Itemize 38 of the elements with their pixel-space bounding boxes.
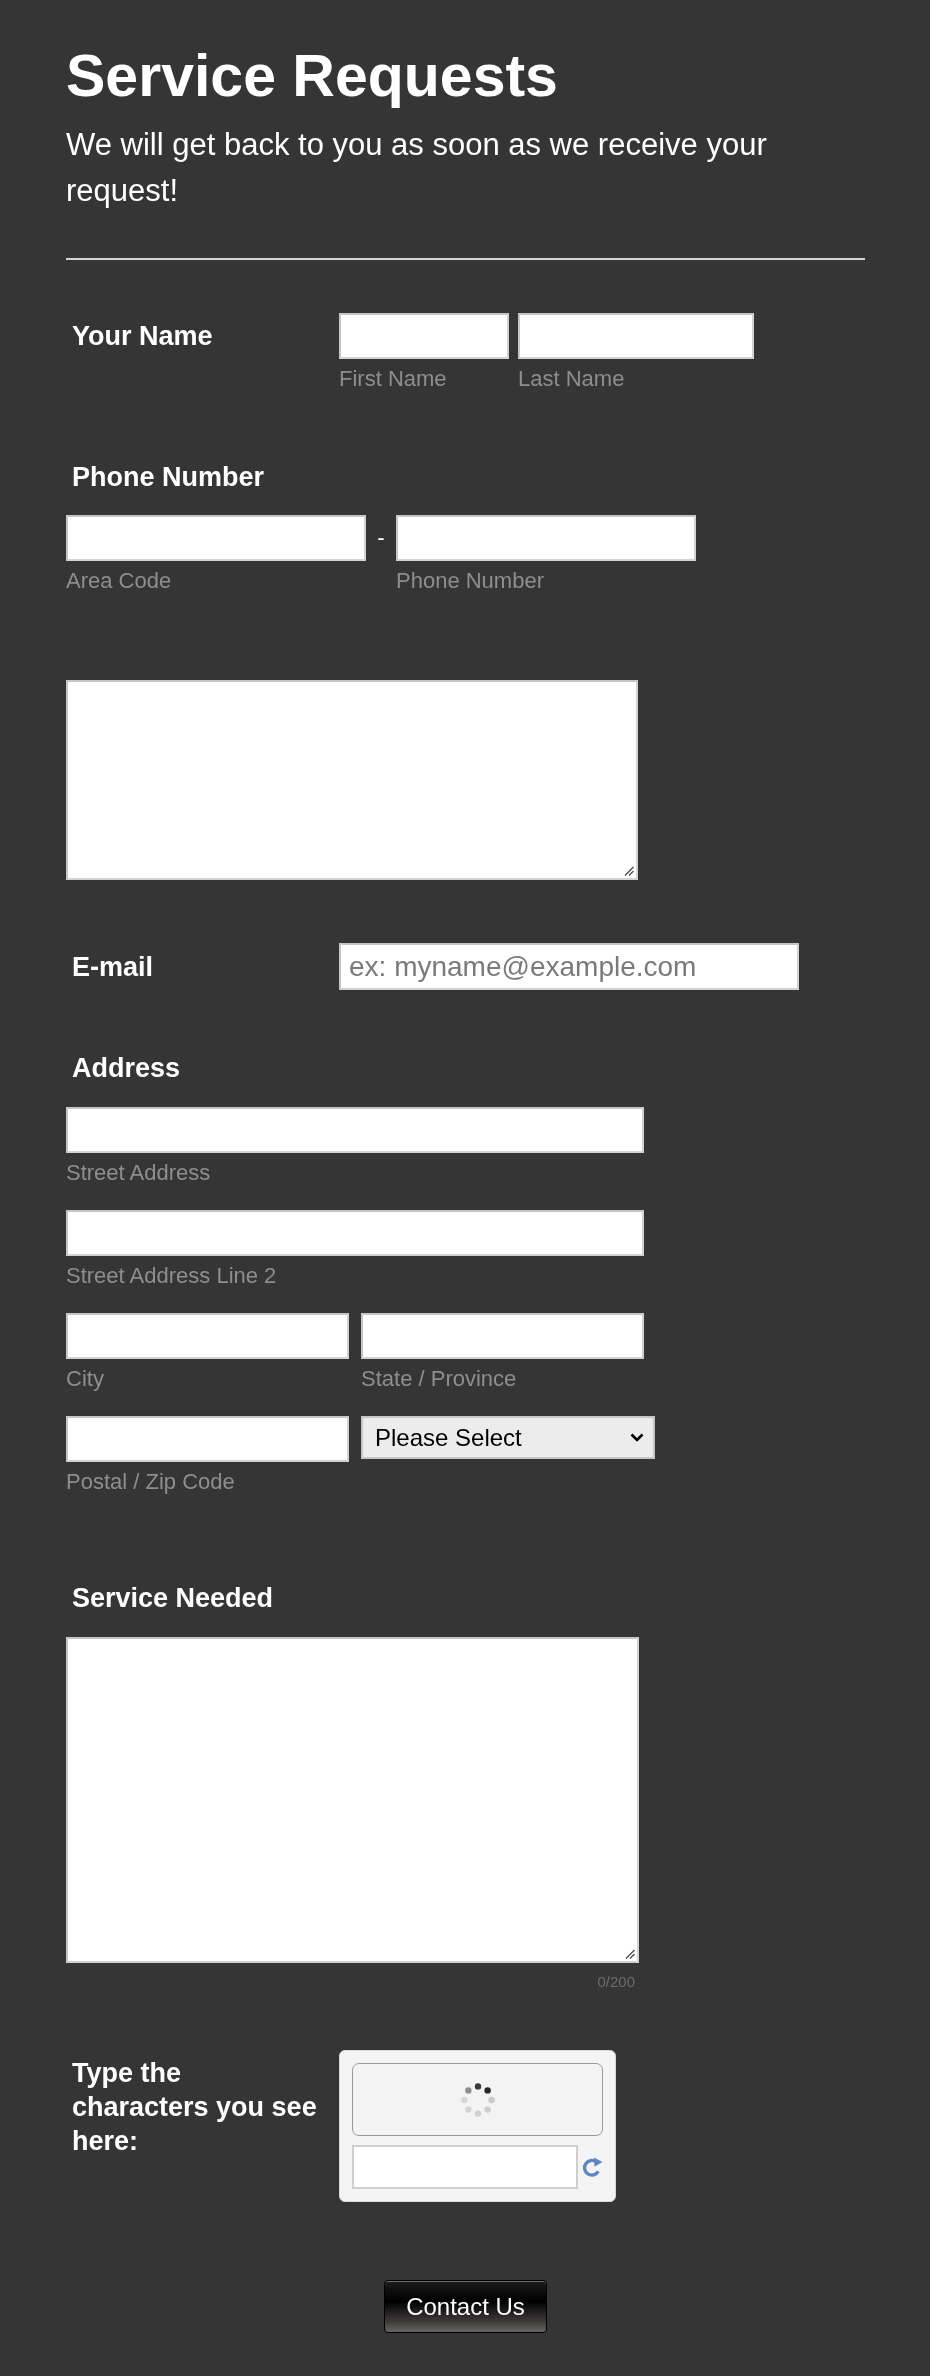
field-label: Phone Number xyxy=(71,461,265,494)
input-field[interactable] xyxy=(66,515,366,561)
field-label: E-mail xyxy=(71,950,154,984)
dropdown[interactable]: Please Select xyxy=(361,1416,655,1459)
input-field[interactable] xyxy=(396,515,696,561)
field-sublabel: Postal / Zip Code xyxy=(66,1469,235,1495)
field-sublabel: First Name xyxy=(339,366,447,392)
field-sublabel: State / Province xyxy=(361,1366,517,1392)
submit-button[interactable]: Contact Us xyxy=(384,2280,547,2333)
input-field[interactable] xyxy=(339,313,509,359)
input-field[interactable] xyxy=(518,313,754,359)
field-sublabel: Phone Number xyxy=(396,568,544,594)
page-subtitle: We will get back to you as soon as we receive your request! xyxy=(66,126,768,210)
page-title: Service Requests xyxy=(66,42,558,111)
field-sublabel: Street Address xyxy=(66,1160,211,1186)
textarea-field[interactable] xyxy=(66,1637,639,1963)
input-field[interactable] xyxy=(66,1416,349,1462)
input-field[interactable] xyxy=(361,1313,644,1359)
spinner-icon xyxy=(460,2082,495,2117)
input-field[interactable] xyxy=(66,1107,644,1153)
textarea-field[interactable] xyxy=(66,680,638,880)
chevron-down-icon xyxy=(630,1433,644,1442)
field-label: Type the characters you see here: xyxy=(71,2057,318,2158)
captcha-input-field[interactable] xyxy=(352,2145,578,2189)
field-label: Your Name xyxy=(71,320,213,353)
email-field[interactable]: ex: myname@example.com xyxy=(339,943,799,990)
field-sublabel: Last Name xyxy=(518,366,625,392)
field-label: Address xyxy=(71,1052,181,1085)
input-field[interactable] xyxy=(66,1313,349,1359)
resize-grip-icon[interactable] xyxy=(625,1949,635,1959)
field-sublabel: Area Code xyxy=(66,568,172,594)
field-label: Service Needed xyxy=(71,1582,274,1615)
field-sublabel: Street Address Line 2 xyxy=(66,1263,277,1289)
refresh-icon[interactable] xyxy=(582,2156,603,2178)
input-field[interactable] xyxy=(66,1210,644,1256)
field-sublabel: City xyxy=(66,1366,104,1392)
resize-grip-icon[interactable] xyxy=(624,866,634,876)
dash-separator: - xyxy=(377,525,385,551)
